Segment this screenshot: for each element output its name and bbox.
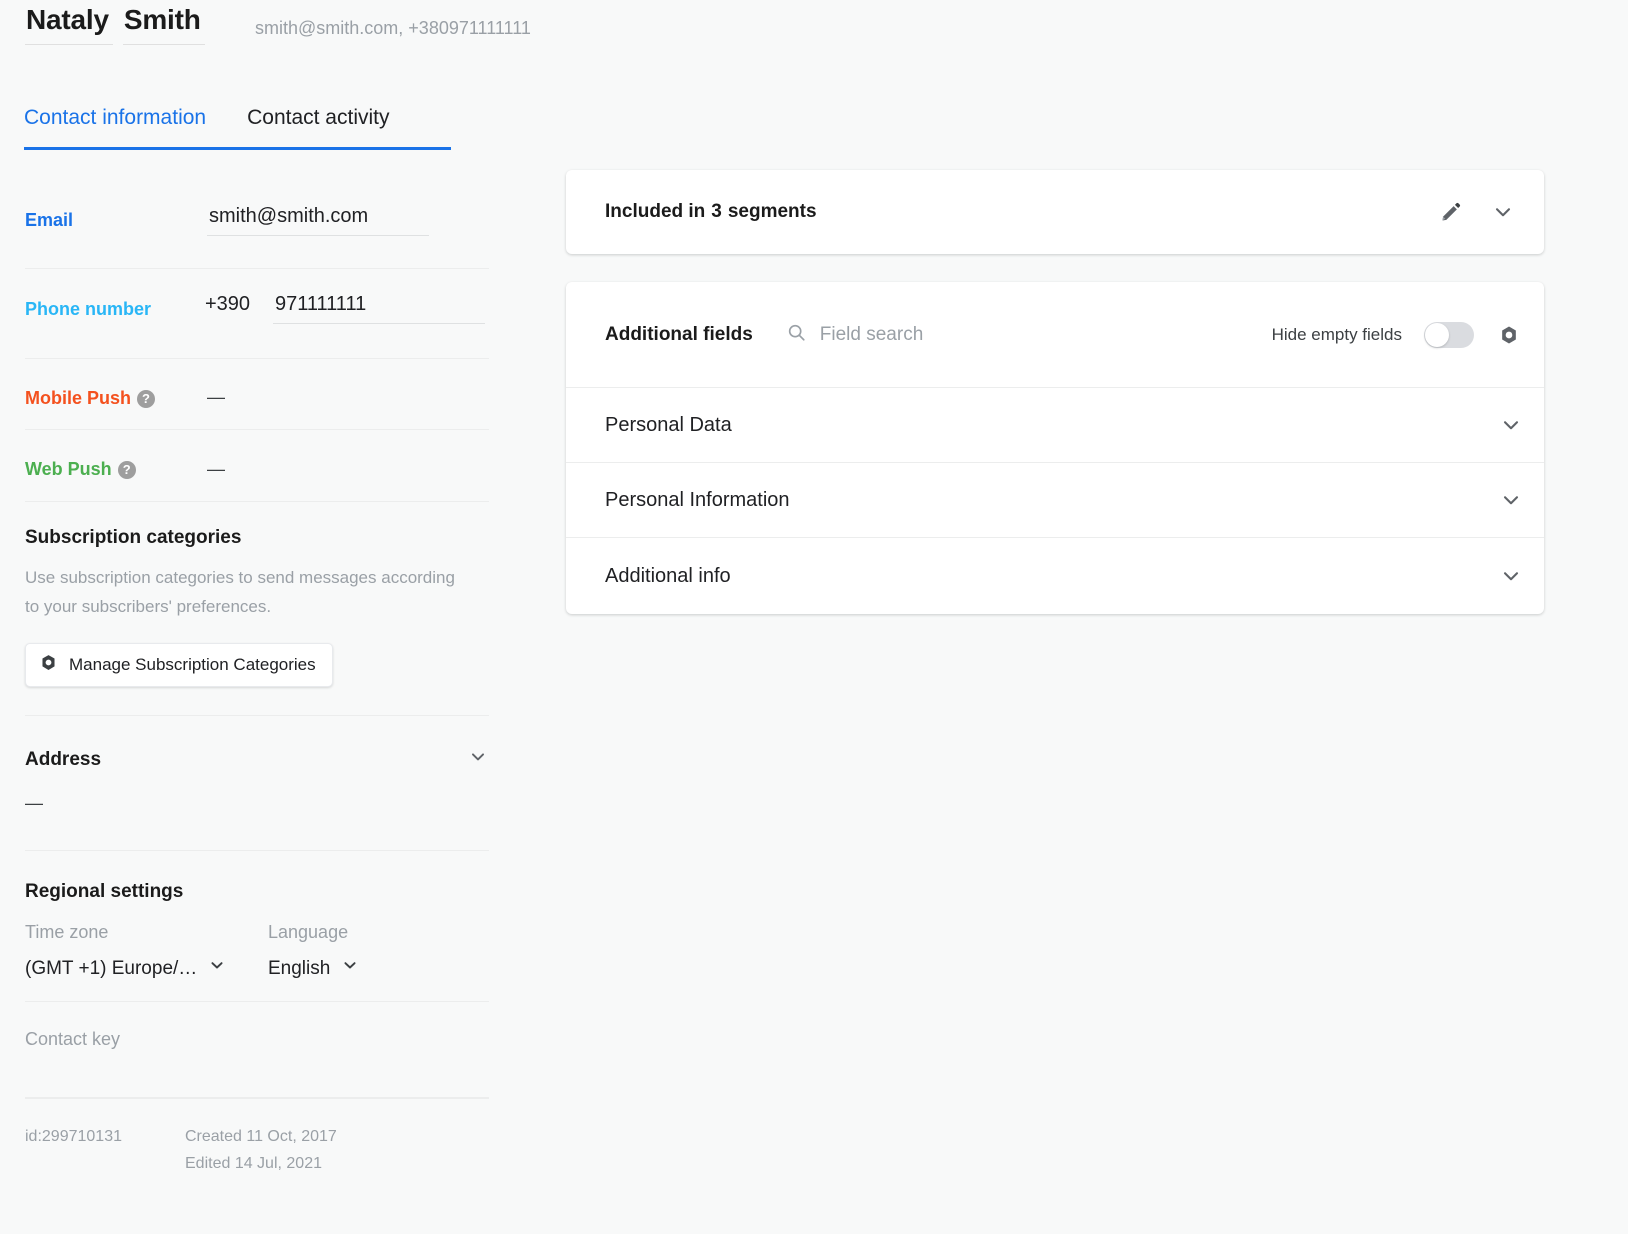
gear-icon — [40, 654, 57, 676]
web-push-label-text: Web Push — [25, 459, 112, 479]
address-section: Address — — [25, 716, 489, 851]
question-mark-icon[interactable]: ? — [137, 390, 156, 408]
segments-suffix: segments — [727, 201, 817, 222]
field-row-web-push: Web Push? — — [25, 430, 489, 502]
contact-created-date: Created 11 Oct, 2017 — [185, 1128, 337, 1145]
segments-summary: Included in 3 segments — [605, 201, 817, 223]
subscription-categories-section: Subscription categories Use subscription… — [25, 502, 489, 716]
chevron-down-icon[interactable] — [1490, 199, 1516, 225]
first-name-field[interactable]: Nataly — [25, 4, 113, 45]
field-search-placeholder: Field search — [819, 323, 924, 345]
chevron-down-icon[interactable] — [467, 746, 489, 773]
contact-details-column: Email smith@smith.com Phone number +390 … — [25, 180, 489, 1177]
pencil-icon[interactable] — [1438, 199, 1464, 225]
additional-fields-card: Additional fields Field search Hide empt… — [566, 282, 1544, 614]
chevron-down-icon[interactable] — [1498, 563, 1524, 589]
contact-edited-date: Edited 14 Jul, 2021 — [185, 1155, 322, 1172]
accordion-label: Additional info — [605, 564, 731, 587]
web-push-value: — — [207, 459, 225, 479]
subscription-categories-title: Subscription categories — [25, 527, 242, 548]
language-value: English — [268, 958, 331, 979]
email-input[interactable]: smith@smith.com — [207, 203, 429, 236]
mobile-push-value: — — [207, 387, 225, 407]
regional-settings-columns: Time zone (GMT +1) Europe/… Language Eng… — [25, 917, 489, 983]
subscription-categories-description: Use subscription categories to send mess… — [25, 568, 455, 616]
accordion-label: Personal Information — [605, 488, 790, 511]
language-select[interactable]: English — [268, 955, 468, 983]
address-value: — — [25, 793, 43, 813]
tab-contact-activity[interactable]: Contact activity — [247, 106, 389, 147]
regional-settings-section: Regional settings Time zone (GMT +1) Eur… — [25, 851, 489, 1002]
timezone-value: (GMT +1) Europe/… — [25, 958, 198, 979]
manage-subscription-categories-label: Manage Subscription Categories — [69, 655, 316, 674]
hide-empty-fields-label: Hide empty fields — [1271, 324, 1402, 344]
contact-key-label: Contact key — [25, 1029, 121, 1049]
segments-card-actions — [1438, 199, 1516, 225]
segments-card: Included in 3 segments — [566, 170, 1544, 254]
contact-dates: Created 11 Oct, 2017 Edited 14 Jul, 2021 — [185, 1123, 337, 1177]
tab-contact-information[interactable]: Contact information — [24, 106, 206, 147]
phone-number-label: Phone number — [25, 299, 152, 319]
question-mark-icon[interactable]: ? — [117, 461, 136, 479]
additional-fields-controls: Hide empty fields — [1271, 321, 1522, 348]
field-search-input[interactable]: Field search — [786, 322, 924, 348]
field-row-email: Email smith@smith.com — [25, 180, 489, 269]
language-label: Language — [268, 922, 349, 942]
segments-prefix: Included in — [605, 201, 706, 222]
accordion-row-personal-information[interactable]: Personal Information — [566, 463, 1544, 538]
language-column: Language English — [268, 917, 468, 983]
web-push-label: Web Push? — [25, 454, 136, 480]
timezone-select[interactable]: (GMT +1) Europe/… — [25, 955, 268, 983]
accordion-row-personal-data[interactable]: Personal Data — [566, 388, 1544, 463]
hide-empty-fields-toggle[interactable] — [1424, 321, 1474, 348]
phone-number-input[interactable]: 971111111 — [273, 291, 485, 324]
search-icon — [786, 322, 807, 348]
chevron-down-icon — [340, 955, 360, 983]
mobile-push-label-text: Mobile Push — [25, 388, 132, 408]
field-row-phone: Phone number +390 971111111 — [25, 269, 489, 359]
contact-key-input[interactable] — [25, 1052, 489, 1098]
contact-tabs: Contact information Contact activity — [24, 88, 451, 150]
accordion-row-additional-info[interactable]: Additional info — [566, 538, 1544, 614]
contact-meta: id:299710131 Created 11 Oct, 2017 Edited… — [25, 1099, 489, 1177]
contact-id: id:299710131 — [25, 1128, 122, 1145]
chevron-down-icon[interactable] — [1498, 487, 1524, 513]
manage-subscription-categories-button[interactable]: Manage Subscription Categories — [25, 643, 333, 687]
gear-icon[interactable] — [1496, 322, 1522, 348]
contact-subtitle: smith@smith.com, +380971111111 — [255, 18, 531, 38]
timezone-column: Time zone (GMT +1) Europe/… — [25, 917, 268, 983]
segments-count: 3 — [711, 201, 722, 222]
mobile-push-label: Mobile Push? — [25, 383, 156, 409]
chevron-down-icon[interactable] — [1498, 412, 1524, 438]
contact-key-section: Contact key — [25, 1002, 489, 1099]
accordion-label: Personal Data — [605, 413, 732, 436]
last-name-field[interactable]: Smith — [122, 4, 205, 45]
additional-fields-title: Additional fields — [605, 323, 753, 345]
right-panel: Included in3segments Additional fields — [566, 170, 1544, 614]
email-label: Email — [25, 210, 74, 230]
field-row-mobile-push: Mobile Push? — — [25, 359, 489, 430]
page-header: Nataly Smith smith@smith.com, +380971111… — [0, 0, 1628, 72]
phone-country-code: +390 — [205, 293, 251, 315]
additional-fields-header: Additional fields Field search Hide empt… — [566, 282, 1544, 388]
toggle-knob — [1425, 322, 1449, 347]
regional-settings-title: Regional settings — [25, 881, 184, 902]
chevron-down-icon — [207, 955, 227, 983]
timezone-label: Time zone — [25, 922, 109, 942]
address-header[interactable]: Address — [25, 746, 489, 773]
address-title: Address — [25, 748, 102, 770]
contact-name-row: Nataly Smith — [25, 4, 205, 45]
